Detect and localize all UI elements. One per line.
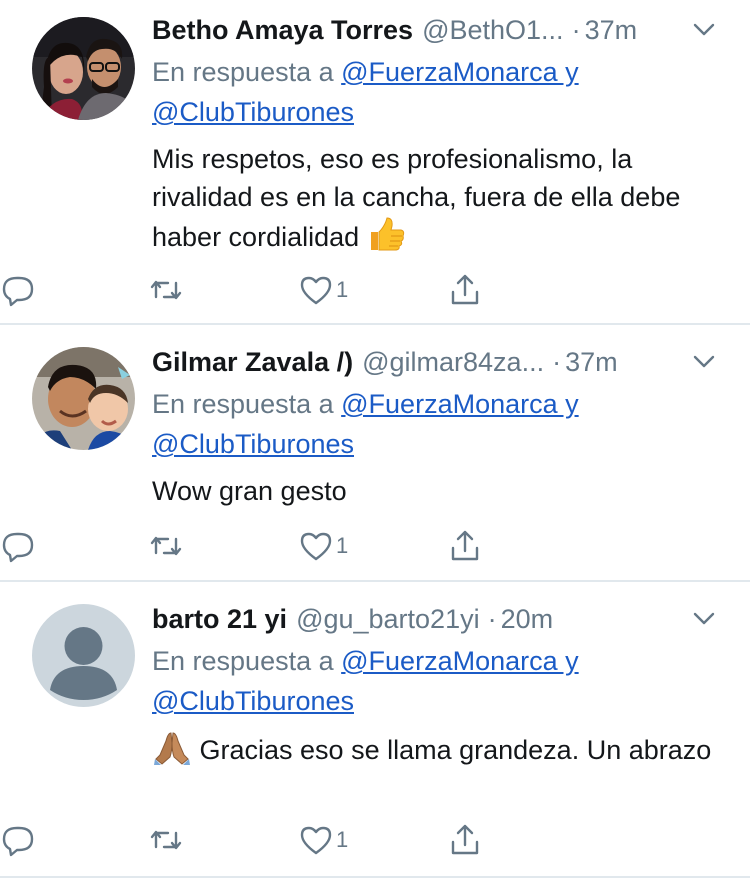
- chevron-down-icon[interactable]: [690, 605, 718, 633]
- author-handle[interactable]: @gilmar84za...: [362, 344, 544, 380]
- author-name[interactable]: Gilmar Zavala /): [152, 344, 353, 380]
- tweet-1[interactable]: Betho Amaya Torres @BethO1... · 37m En r…: [0, 0, 750, 325]
- share-icon: [451, 824, 479, 855]
- heart-icon: [300, 826, 332, 855]
- reply-icon: [2, 276, 34, 307]
- reply-button[interactable]: [0, 526, 36, 566]
- avatar[interactable]: [32, 604, 135, 707]
- tweet-content: Gilmar Zavala /) @gilmar84za... · 37m En…: [152, 344, 730, 510]
- reply-context: En respuesta a @FuerzaMonarca y @ClubTib…: [152, 641, 730, 721]
- author-handle[interactable]: @BethO1...: [422, 12, 563, 48]
- reply-prefix: En respuesta a: [152, 57, 334, 87]
- share-button[interactable]: [447, 526, 483, 566]
- tweet-content: Betho Amaya Torres @BethO1... · 37m En r…: [152, 12, 730, 262]
- timestamp[interactable]: 37m: [565, 344, 618, 380]
- like-count: 1: [336, 827, 349, 852]
- reply-context: En respuesta a @FuerzaMonarca y @ClubTib…: [152, 384, 730, 464]
- retweet-icon: [150, 830, 182, 850]
- retweet-button[interactable]: [148, 526, 184, 566]
- author-name[interactable]: Betho Amaya Torres: [152, 12, 413, 48]
- retweet-button[interactable]: [148, 820, 184, 860]
- separator-dot: ·: [487, 604, 497, 634]
- like-button[interactable]: 1: [298, 820, 348, 860]
- like-count: 1: [336, 277, 349, 302]
- mention-link[interactable]: @FuerzaMonarca y: [341, 57, 579, 87]
- retweet-button[interactable]: [148, 270, 184, 310]
- author-name[interactable]: barto 21 yi: [152, 601, 287, 637]
- reply-button[interactable]: [0, 820, 36, 860]
- like-count: 1: [336, 533, 349, 558]
- like-button[interactable]: 1: [298, 270, 348, 310]
- tweet-content: barto 21 yi @gu_barto21yi · 20m En respu…: [152, 601, 730, 775]
- tweet-header: barto 21 yi @gu_barto21yi · 20m: [152, 601, 730, 637]
- tweet-actions: 1: [0, 270, 750, 310]
- mention-link[interactable]: @ClubTiburones: [152, 686, 354, 716]
- avatar[interactable]: [32, 347, 135, 450]
- tweet-text-content: Gracias eso se llama grandeza. Un abrazo: [199, 735, 712, 765]
- share-button[interactable]: [447, 270, 483, 310]
- reply-icon: [2, 532, 34, 563]
- mention-link[interactable]: @FuerzaMonarca y: [341, 389, 579, 419]
- reply-context: En respuesta a @FuerzaMonarca y @ClubTib…: [152, 52, 730, 132]
- reply-icon: [2, 826, 34, 857]
- tweet-3[interactable]: barto 21 yi @gu_barto21yi · 20m En respu…: [0, 582, 750, 878]
- author-handle[interactable]: @gu_barto21yi: [296, 601, 480, 637]
- mention-link[interactable]: @ClubTiburones: [152, 429, 354, 459]
- tweet-actions: 1: [0, 526, 750, 566]
- chevron-down-icon[interactable]: [690, 348, 718, 376]
- folded-hands-icon: [152, 729, 192, 775]
- retweet-icon: [150, 280, 182, 300]
- avatar[interactable]: [32, 17, 135, 120]
- tweet-text: Wow gran gesto: [152, 472, 730, 510]
- tweet-text-content: Wow gran gesto: [152, 476, 347, 506]
- separator-dot: ·: [552, 347, 562, 377]
- tweet-header: Betho Amaya Torres @BethO1... · 37m: [152, 12, 730, 48]
- retweet-icon: [150, 536, 182, 556]
- share-icon: [451, 274, 479, 305]
- heart-icon: [300, 276, 332, 305]
- reply-button[interactable]: [0, 270, 36, 310]
- tweet-header: Gilmar Zavala /) @gilmar84za... · 37m: [152, 344, 730, 380]
- reply-prefix: En respuesta a: [152, 646, 334, 676]
- share-icon: [451, 530, 479, 561]
- tweet-text: Mis respetos, eso es profesionalismo, la…: [152, 140, 730, 262]
- chevron-down-icon[interactable]: [690, 16, 718, 44]
- separator-dot: ·: [571, 15, 581, 45]
- reply-prefix: En respuesta a: [152, 389, 334, 419]
- timestamp[interactable]: 20m: [501, 601, 554, 637]
- mention-link[interactable]: @ClubTiburones: [152, 97, 354, 127]
- tweet-2[interactable]: Gilmar Zavala /) @gilmar84za... · 37m En…: [0, 325, 750, 582]
- tweet-text-content: Mis respetos, eso es profesionalismo, la…: [152, 144, 681, 252]
- mention-link[interactable]: @FuerzaMonarca y: [341, 646, 579, 676]
- tweet-actions: 1: [0, 820, 750, 860]
- like-button[interactable]: 1: [298, 526, 348, 566]
- share-button[interactable]: [447, 820, 483, 860]
- thumbs-up-icon: [367, 216, 405, 262]
- heart-icon: [300, 532, 332, 561]
- timestamp[interactable]: 37m: [585, 12, 638, 48]
- tweet-text: Gracias eso se llama grandeza. Un abrazo: [152, 729, 730, 775]
